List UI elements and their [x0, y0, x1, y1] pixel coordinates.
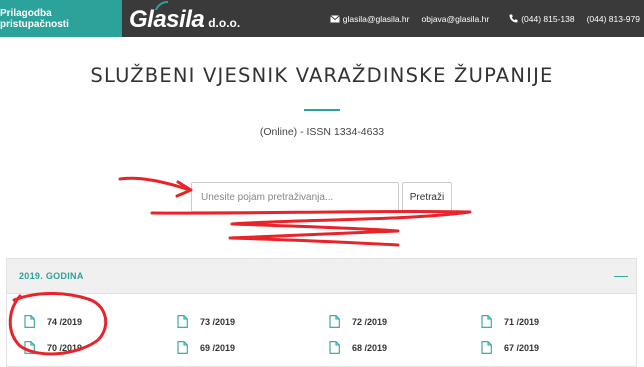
logo-swoosh-icon	[155, 1, 169, 11]
logo-suffix: d.o.o.	[208, 16, 241, 30]
phone-link-1[interactable]: (044) 815-138	[521, 14, 574, 24]
issue-link[interactable]: 73 /2019	[177, 315, 235, 328]
issue-label: 74 /2019	[47, 316, 83, 327]
annotation-arrow	[118, 176, 192, 192]
issue-label: 71 /2019	[504, 316, 540, 327]
issue-link[interactable]: 74 /2019	[24, 315, 82, 328]
year-panel-header[interactable]: 2019. GODINA —	[7, 259, 636, 294]
document-icon	[329, 315, 340, 328]
collapse-icon[interactable]: —	[614, 268, 628, 282]
issue-label: 68 /2019	[352, 342, 388, 353]
issue-label: 70 /2019	[47, 342, 83, 353]
issue-label: 73 /2019	[200, 316, 236, 327]
phone-link-2[interactable]: (044) 813-979	[587, 14, 640, 24]
year-panel: 2019. GODINA — 74 /2019 73 /2019 72 /201…	[6, 258, 637, 367]
issue-label: 69 /2019	[200, 342, 236, 353]
issue-link[interactable]: 71 /2019	[481, 315, 539, 328]
search-input[interactable]	[191, 182, 399, 212]
annotation-underline	[150, 209, 472, 247]
document-icon	[177, 341, 188, 354]
document-icon	[177, 315, 188, 328]
title-divider	[304, 109, 340, 111]
document-icon	[481, 315, 492, 328]
document-icon	[329, 341, 340, 354]
site-logo[interactable]: Glasila d.o.o.	[129, 1, 241, 35]
issue-link[interactable]: 70 /2019	[24, 341, 82, 354]
issue-label: 67 /2019	[504, 342, 540, 353]
issue-link[interactable]: 72 /2019	[329, 315, 387, 328]
issn-subtitle: (Online) - ISSN 1334-4633	[259, 126, 385, 138]
contact-info: glasila@glasila.hr objava@glasila.hr (04…	[324, 0, 640, 37]
document-icon	[481, 341, 492, 354]
document-icon	[24, 341, 35, 354]
issue-link[interactable]: 68 /2019	[329, 341, 387, 354]
email-link-1[interactable]: glasila@glasila.hr	[343, 14, 410, 24]
issue-label: 72 /2019	[352, 316, 388, 327]
top-bar: Prilagodba pristupačnosti Glasila d.o.o.…	[0, 0, 644, 37]
envelope-icon	[329, 14, 340, 23]
annotation-arrowhead	[175, 180, 193, 198]
page-title: SLUŽBENI VJESNIK VARAŽDINSKE ŽUPANIJE	[90, 64, 554, 87]
year-panel-title: 2019. GODINA	[19, 271, 84, 281]
email-link-2[interactable]: objava@glasila.hr	[421, 14, 489, 24]
search-button[interactable]: Pretraži	[402, 182, 452, 212]
accessibility-button[interactable]: Prilagodba pristupačnosti	[0, 0, 122, 37]
document-icon	[24, 315, 35, 328]
phone-icon	[509, 14, 518, 23]
issue-link[interactable]: 69 /2019	[177, 341, 235, 354]
issue-link[interactable]: 67 /2019	[481, 341, 539, 354]
